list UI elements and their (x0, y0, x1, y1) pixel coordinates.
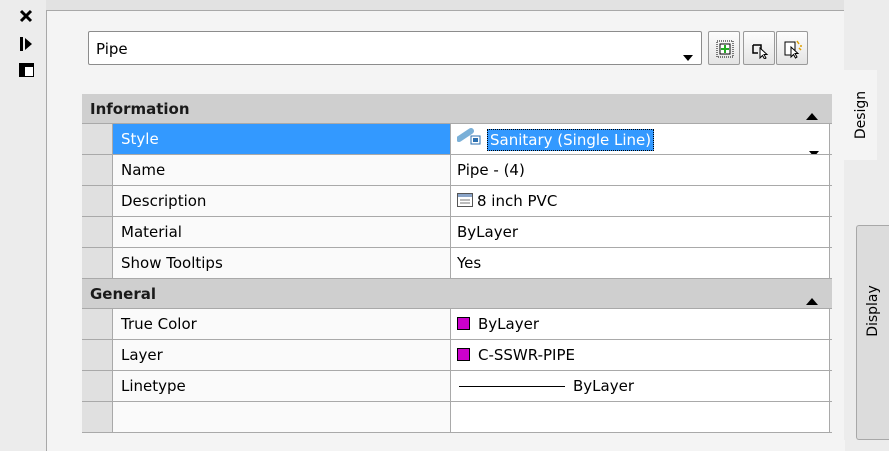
property-name: Name (112, 155, 450, 185)
collapse-up-icon[interactable] (806, 290, 818, 309)
property-row-partial (82, 402, 832, 433)
category-general[interactable]: General (82, 279, 832, 309)
property-row-layer[interactable]: Layer C-SSWR-PIPE (82, 340, 832, 371)
property-value[interactable]: Yes (450, 248, 830, 278)
linetype-value: ByLayer (573, 377, 634, 395)
property-row-linetype[interactable]: Linetype ByLayer (82, 371, 832, 402)
property-value[interactable]: Pipe - (4) (450, 155, 830, 185)
property-value-description[interactable]: 8 inch PVC (450, 186, 830, 216)
pipe-style-icon (456, 125, 483, 155)
quick-select-button[interactable] (708, 31, 740, 65)
property-value-true-color[interactable]: ByLayer (450, 309, 830, 339)
description-worksheet-icon[interactable] (457, 187, 473, 217)
select-objects-icon (752, 44, 769, 59)
property-row-show-tooltips[interactable]: Show Tooltips Yes (82, 248, 832, 279)
chevron-down-icon[interactable] (809, 137, 819, 154)
style-dropdown[interactable]: Sanitary (Single Line) (450, 124, 830, 154)
linetype-preview (459, 386, 565, 387)
property-name: Style (112, 124, 450, 154)
pickadd-toggle-button[interactable] (776, 31, 808, 65)
description-value: 8 inch PVC (477, 192, 558, 210)
property-row-material[interactable]: Material ByLayer (82, 217, 832, 248)
object-type-value: Pipe (96, 40, 128, 58)
layer-value: C-SSWR-PIPE (478, 346, 575, 364)
quick-select-icon (716, 40, 734, 58)
property-name: Description (112, 186, 450, 216)
property-value-layer[interactable]: C-SSWR-PIPE (450, 340, 830, 370)
tab-display[interactable]: Display (856, 225, 889, 440)
property-value-linetype[interactable]: ByLayer (450, 371, 830, 401)
category-label: Information (90, 100, 190, 118)
autohide-icon[interactable] (19, 36, 39, 56)
property-grid: Information Style Sanitary (Single Line)… (82, 94, 832, 433)
chevron-down-icon (683, 46, 693, 65)
property-name: Material (112, 217, 450, 247)
property-name: Linetype (112, 371, 450, 401)
pickadd-icon (784, 40, 802, 59)
category-information[interactable]: Information (82, 94, 832, 124)
property-row-style[interactable]: Style Sanitary (Single Line) (82, 124, 832, 155)
tab-label: Design (852, 90, 869, 140)
true-color-value: ByLayer (478, 315, 539, 333)
color-swatch (457, 348, 470, 361)
property-name: Show Tooltips (112, 248, 450, 278)
style-value: Sanitary (Single Line) (487, 128, 655, 151)
palette-title-strip (0, 0, 46, 440)
property-row-true-color[interactable]: True Color ByLayer (82, 309, 832, 340)
property-name: Layer (112, 340, 450, 370)
properties-icon[interactable] (19, 62, 39, 82)
tab-label: Display (865, 285, 881, 337)
property-name: True Color (112, 309, 450, 339)
property-row-description[interactable]: Description 8 inch PVC (82, 186, 832, 217)
collapse-up-icon[interactable] (806, 105, 818, 124)
close-icon[interactable] (19, 8, 39, 28)
palette-tabs: Design Display (844, 0, 889, 440)
property-row-name[interactable]: Name Pipe - (4) (82, 155, 832, 186)
category-label: General (90, 285, 156, 303)
tab-design[interactable]: Design (844, 70, 877, 160)
color-swatch (457, 317, 470, 330)
select-objects-button[interactable] (743, 31, 775, 65)
object-type-dropdown[interactable]: Pipe (88, 31, 702, 65)
property-value[interactable]: ByLayer (450, 217, 830, 247)
